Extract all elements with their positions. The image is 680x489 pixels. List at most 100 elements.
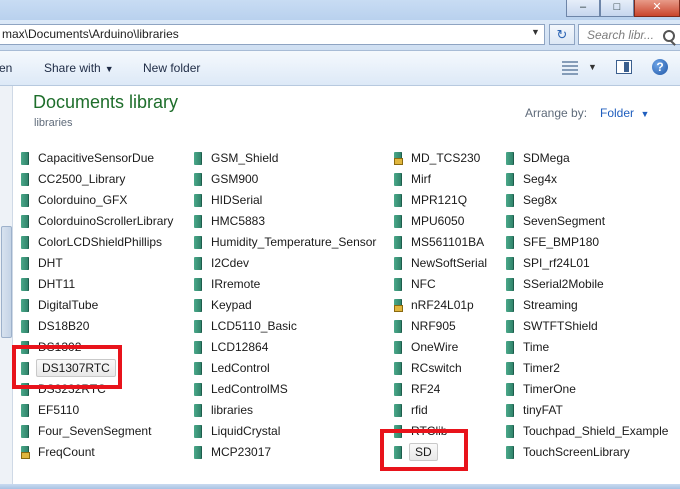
view-options-chevron-icon[interactable]: ▼ (588, 62, 597, 72)
folder-icon (506, 404, 514, 417)
folder-name: HIDSerial (211, 193, 263, 207)
folder-icon (194, 341, 202, 354)
folder-icon (506, 341, 514, 354)
chevron-down-icon: ▼ (638, 109, 650, 119)
minimize-button[interactable]: – (566, 0, 600, 17)
folder-icon (194, 278, 202, 291)
open-button[interactable]: en (0, 61, 12, 75)
folder-icon (194, 404, 202, 417)
folder-icon (194, 383, 202, 396)
folder-name: EF5110 (38, 403, 80, 417)
folder-name: Timer2 (523, 361, 560, 375)
window-bottom-border (0, 484, 680, 489)
folder-name: LiquidCrystal (211, 424, 281, 438)
folder-name: MCP23017 (211, 445, 272, 459)
folder-icon (394, 404, 402, 417)
share-with-button[interactable]: Share with ▼ (44, 61, 114, 75)
folder-name: NewSoftSerial (411, 256, 488, 270)
folder-icon (506, 362, 514, 375)
folder-icon (506, 383, 514, 396)
folder-icon (21, 215, 29, 228)
search-placeholder: Search libr... (587, 28, 654, 42)
folder-icon (506, 446, 514, 459)
address-bar[interactable]: max\Documents\Arduino\libraries (0, 24, 545, 45)
folder-icon (194, 299, 202, 312)
folder-icon (21, 236, 29, 249)
close-button[interactable]: ✕ (634, 0, 680, 17)
folder-icon (506, 194, 514, 207)
folder-name: Humidity_Temperature_Sensor (211, 235, 377, 249)
folder-icon (21, 173, 29, 186)
navigation-scrollbar[interactable] (0, 86, 13, 484)
folder-name: RF24 (411, 382, 441, 396)
address-history-chevron-icon[interactable]: ▼ (531, 27, 540, 37)
folder-name: MPU6050 (411, 214, 465, 228)
folder-icon (506, 152, 514, 165)
folder-name: NRF905 (411, 319, 456, 333)
command-bar: en Share with ▼ New folder ▼ ? (0, 51, 680, 86)
folder-name: SWTFTShield (523, 319, 598, 333)
scrollbar-thumb[interactable] (1, 226, 12, 338)
folder-name: GSM900 (211, 172, 259, 186)
folder-name: Four_SevenSegment (38, 424, 152, 438)
folder-icon (394, 383, 402, 396)
folder-name: MD_TCS230 (411, 151, 481, 165)
folder-icon (506, 215, 514, 228)
folder-name: FreqCount (38, 445, 95, 459)
folder-icon (506, 278, 514, 291)
folder-icon (21, 152, 29, 165)
folder-icon (394, 194, 402, 207)
locked-folder-icon (394, 152, 403, 165)
highlight-box-sd (380, 429, 468, 471)
folder-name: HMC5883 (211, 214, 266, 228)
folder-name: MPR121Q (411, 193, 468, 207)
refresh-button[interactable]: ↻ (549, 24, 575, 45)
folder-name: CC2500_Library (38, 172, 126, 186)
folder-name: IRremote (211, 277, 261, 291)
chevron-down-icon: ▼ (104, 64, 114, 74)
share-with-label: Share with (44, 61, 101, 75)
folder-name: OneWire (411, 340, 459, 354)
folder-name: LedControlMS (211, 382, 288, 396)
folder-icon (394, 362, 402, 375)
folder-name: DS18B20 (38, 319, 90, 333)
search-input[interactable]: Search libr... (578, 24, 680, 45)
folder-name: Streaming (523, 298, 578, 312)
new-folder-button[interactable]: New folder (143, 61, 200, 75)
folder-name: SFE_BMP180 (523, 235, 600, 249)
arrange-by-dropdown[interactable]: Folder ▼ (600, 106, 649, 120)
folder-name: SevenSegment (523, 214, 606, 228)
folder-icon (21, 257, 29, 270)
folder-name: CapacitiveSensorDue (38, 151, 155, 165)
help-icon[interactable]: ? (652, 59, 668, 75)
folder-icon (194, 257, 202, 270)
folder-icon (21, 404, 29, 417)
preview-pane-icon[interactable] (616, 60, 632, 74)
folder-name: nRF24L01p (411, 298, 474, 312)
folder-name: NFC (411, 277, 436, 291)
folder-name: RCswitch (411, 361, 462, 375)
folder-icon (194, 446, 202, 459)
folder-name: Keypad (211, 298, 252, 312)
folder-icon (394, 236, 402, 249)
folder-icon (194, 236, 202, 249)
folder-name: Touchpad_Shield_Example (523, 424, 669, 438)
folder-icon (21, 320, 29, 333)
folder-icon (194, 425, 202, 438)
folder-icon (506, 425, 514, 438)
folder-icon (194, 194, 202, 207)
folder-name: tinyFAT (523, 403, 563, 417)
change-view-icon[interactable] (562, 61, 578, 75)
folder-name: SSerial2Mobile (523, 277, 604, 291)
maximize-button[interactable]: □ (600, 0, 634, 17)
folder-name: DigitalTube (38, 298, 99, 312)
folder-icon (21, 299, 29, 312)
arrange-by-label: Arrange by: (525, 106, 588, 120)
folder-icon (506, 299, 514, 312)
folder-name: libraries (211, 403, 254, 417)
library-subtitle: libraries (34, 117, 73, 129)
locked-folder-icon (394, 299, 403, 312)
folder-icon (506, 236, 514, 249)
folder-name: rfid (411, 403, 428, 417)
folder-name: Seg8x (523, 193, 558, 207)
